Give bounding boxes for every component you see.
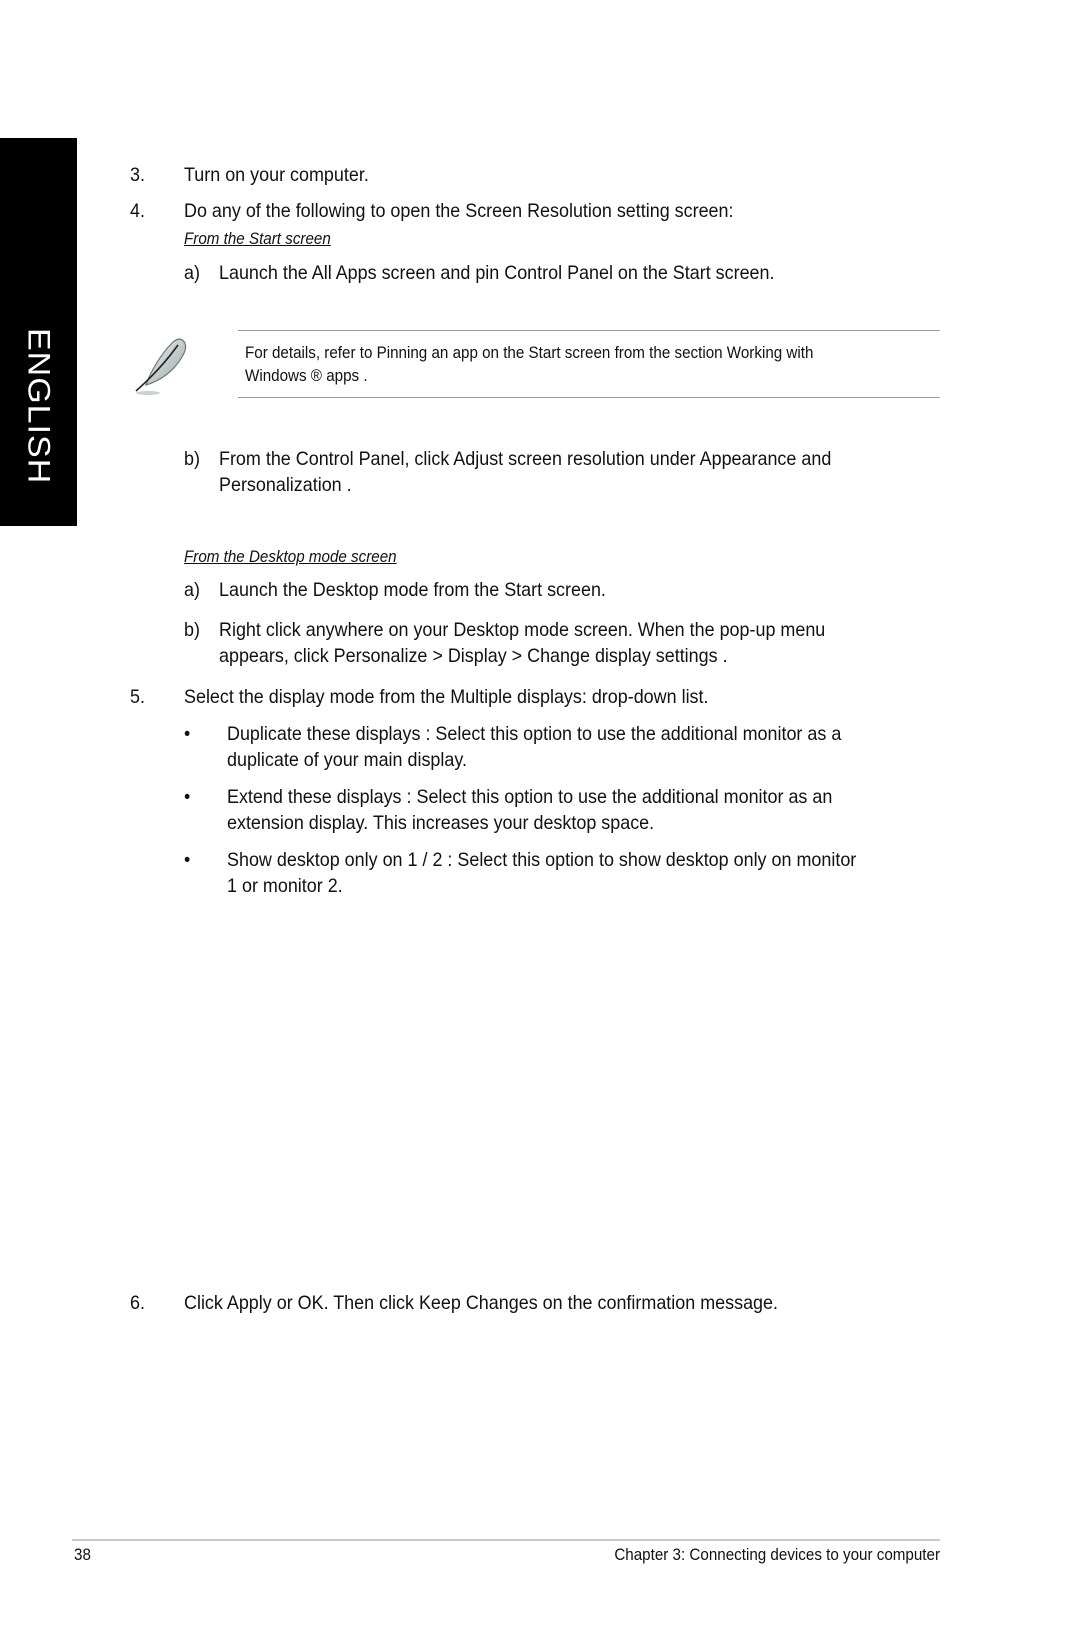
bullet-show-only-line-2: 1 or monitor 2.: [227, 875, 343, 897]
step-4-text: Do any of the following to open the Scre…: [184, 200, 734, 222]
language-tab-label: ENGLISH: [20, 328, 56, 485]
footer-chapter-title: Chapter 3: Connecting devices to your co…: [614, 1546, 940, 1564]
bullet-glyph: •: [184, 723, 191, 745]
step-4b-line-2: Personalization .: [219, 474, 352, 496]
step-4-desktop-a-text: Launch the Desktop mode from the Start s…: [219, 579, 606, 601]
step-4a-marker: a): [184, 262, 200, 284]
step-4-desktop-a-marker: a): [184, 579, 200, 601]
note-top-rule: [238, 330, 940, 331]
step-5-number: 5.: [130, 686, 145, 708]
language-tab: ENGLISH: [0, 138, 77, 526]
note-line-2: Windows ® apps .: [245, 367, 368, 385]
step-4a-text: Launch the All Apps screen and pin Contr…: [219, 262, 775, 284]
bullet-extend-line-2: extension display. This increases your d…: [227, 812, 655, 834]
bullet-duplicate-line-1: Duplicate these displays : Select this o…: [227, 723, 842, 745]
step-3-number: 3.: [130, 164, 145, 186]
step-4-desktop-b-line-1: Right click anywhere on your Desktop mod…: [219, 619, 826, 641]
step-6-text: Click Apply or OK. Then click Keep Chang…: [184, 1292, 778, 1314]
step-4b-marker: b): [184, 448, 200, 470]
feather-note-icon: [135, 338, 187, 395]
step-4b-line-1: From the Control Panel, click Adjust scr…: [219, 448, 832, 470]
bullet-glyph: •: [184, 786, 191, 808]
step-6-number: 6.: [130, 1292, 145, 1314]
bullet-glyph: •: [184, 849, 191, 871]
subheading-start-screen: From the Start screen: [184, 230, 331, 248]
bullet-show-only-line-1: Show desktop only on 1 / 2 : Select this…: [227, 849, 857, 871]
step-4-desktop-b-marker: b): [184, 619, 200, 641]
page-number: 38: [74, 1546, 91, 1564]
note-bottom-rule: [238, 397, 940, 398]
footer-rule: [72, 1539, 940, 1541]
subheading-desktop-mode: From the Desktop mode screen: [184, 548, 397, 566]
bullet-extend-line-1: Extend these displays : Select this opti…: [227, 786, 833, 808]
bullet-duplicate-line-2: duplicate of your main display.: [227, 749, 468, 771]
step-3-text: Turn on your computer.: [184, 164, 369, 186]
step-4-number: 4.: [130, 200, 145, 222]
step-5-text: Select the display mode from the Multipl…: [184, 686, 709, 708]
note-line-1: For details, refer to Pinning an app on …: [245, 344, 814, 362]
step-4-desktop-b-line-2: appears, click Personalize > Display > C…: [219, 645, 728, 667]
